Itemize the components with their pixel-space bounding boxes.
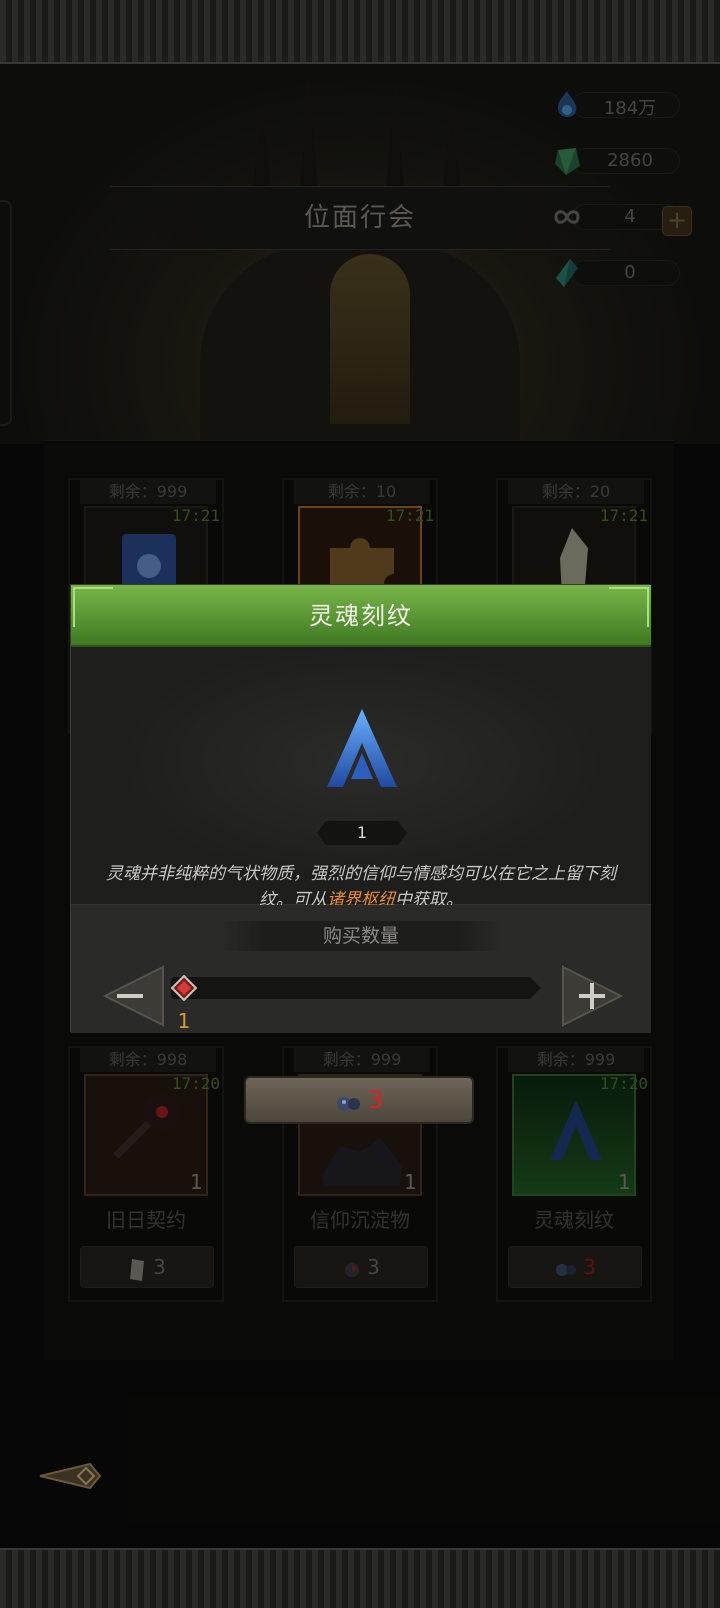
- game-screen: 位面行会 184万 2860 4 + 0 剩余：999 17:21 剩余：10 …: [0, 0, 720, 1608]
- quantity-slider[interactable]: [171, 977, 541, 999]
- slider-value: 1: [177, 1009, 191, 1033]
- top-ornate-border: [0, 0, 720, 64]
- item-owned-count: 1: [317, 821, 407, 845]
- buy-quantity-label: 购买数量: [221, 921, 501, 951]
- dialog-title: 灵魂刻纹: [309, 602, 413, 630]
- dialog-header: 灵魂刻纹: [71, 585, 651, 647]
- item-detail: 1 灵魂并非纯粹的气状物质，强烈的信仰与情感均可以在它之上留下刻纹。可从诸界枢纽…: [71, 647, 651, 910]
- decrease-button[interactable]: [99, 963, 169, 1029]
- slider-handle-icon[interactable]: [171, 975, 197, 1001]
- bottom-ornate-border: [0, 1548, 720, 1608]
- back-arrow-icon[interactable]: [0, 1446, 120, 1506]
- soul-rune-icon: [327, 709, 397, 787]
- quantity-selector: 购买数量 1: [71, 905, 651, 1033]
- soul-ore-icon: [336, 1096, 360, 1111]
- purchase-button[interactable]: 3: [244, 1076, 474, 1124]
- increase-button[interactable]: [557, 963, 627, 1029]
- item-purchase-dialog: 灵魂刻纹 1 灵魂并非纯粹的气状物质，强烈的信仰与情感均可以在它之上留下刻纹。可…: [70, 584, 651, 1033]
